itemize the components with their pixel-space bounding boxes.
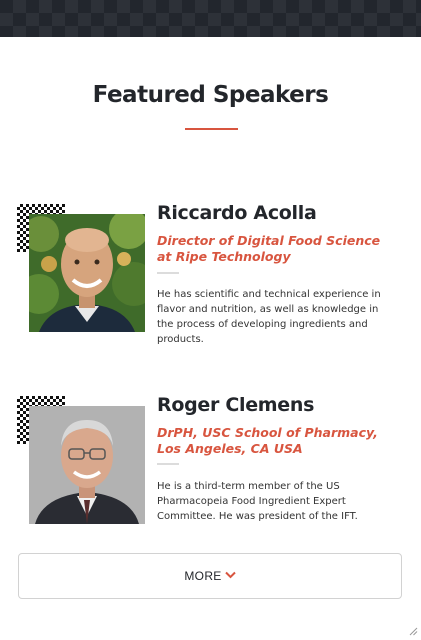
resize-handle-icon[interactable] bbox=[409, 621, 418, 636]
title-underline bbox=[185, 128, 238, 130]
more-button-label: MORE bbox=[184, 569, 222, 583]
speaker-name: Riccardo Acolla bbox=[157, 202, 317, 224]
more-button[interactable]: MORE bbox=[18, 553, 402, 599]
section-title: Featured Speakers bbox=[92, 82, 329, 108]
speaker-divider bbox=[157, 272, 179, 274]
speaker-photo bbox=[29, 214, 145, 332]
speaker-divider bbox=[157, 463, 179, 465]
speaker-photo bbox=[29, 406, 145, 524]
speaker-role: Director of Digital Food Science at Ripe… bbox=[157, 233, 381, 264]
speaker-name: Roger Clemens bbox=[157, 394, 315, 416]
speaker-bio: He has scientific and technical experien… bbox=[157, 289, 381, 345]
speaker-card: Roger Clemens DrPH, USC School of Pharma… bbox=[0, 394, 421, 544]
speaker-card: Riccardo Acolla Director of Digital Food… bbox=[0, 202, 421, 352]
speaker-role: DrPH, USC School of Pharmacy, Los Angele… bbox=[157, 425, 378, 456]
speaker-bio: He is a third-term member of the US Phar… bbox=[157, 481, 358, 522]
header-bar bbox=[0, 0, 421, 37]
chevron-down-icon bbox=[224, 571, 236, 582]
